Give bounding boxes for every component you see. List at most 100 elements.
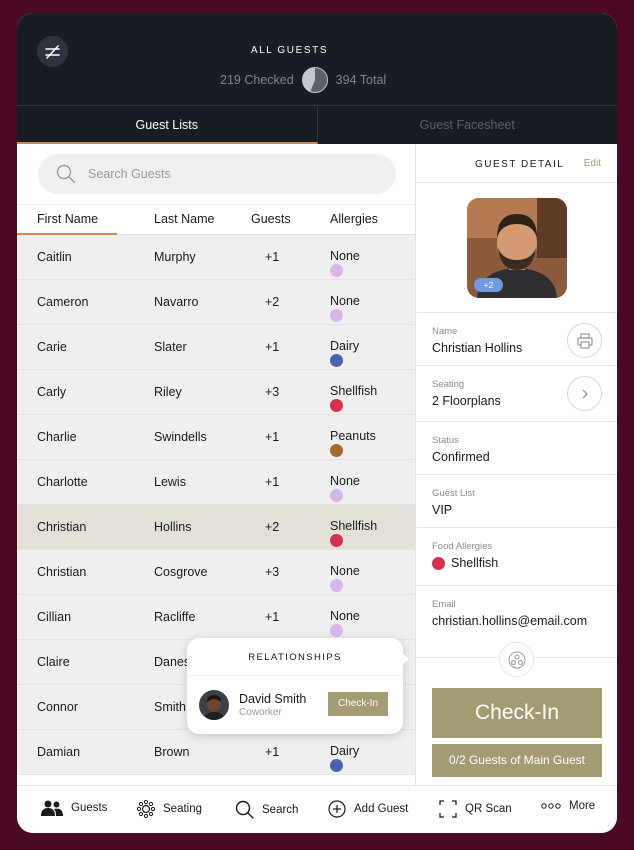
column-first-name[interactable]: First Name (37, 212, 98, 226)
check-in-button[interactable]: Check-In (432, 688, 602, 738)
relationships-icon[interactable] (499, 642, 534, 677)
table-row[interactable]: Damian Brown +1 Dairy (17, 730, 415, 775)
qr-scan-icon (439, 800, 457, 818)
first-name-cell: Carly (37, 385, 67, 399)
first-name-cell: Caitlin (37, 250, 72, 264)
guest-list-value: VIP (432, 503, 453, 517)
guests-cell: +1 (265, 745, 280, 759)
table-row[interactable]: Caitlin Murphy +1 None (17, 235, 415, 280)
add-circle-icon (328, 800, 346, 818)
field-guest-list: Guest List VIP (417, 475, 617, 528)
first-name-cell: Charlotte (37, 475, 88, 489)
print-button[interactable] (567, 323, 602, 358)
last-name-cell: Racliffe (154, 610, 196, 624)
guests-cell: +3 (265, 385, 280, 399)
relation-avatar (199, 690, 229, 720)
allergy-text: Peanuts (330, 429, 376, 443)
seating-icon (137, 800, 155, 818)
table-row[interactable]: Christian Hollins +2 Shellfish (17, 505, 415, 550)
nav-add-guest-label: Add Guest (354, 803, 409, 815)
relation-check-in-button[interactable]: Check-In (328, 692, 388, 716)
allergy-color-dot (330, 624, 343, 637)
first-name-cell: Connor (37, 700, 78, 714)
table-row[interactable]: Carly Riley +3 Shellfish (17, 370, 415, 415)
last-name-cell: Smith (154, 700, 186, 714)
email-value: christian.hollins@email.com (432, 614, 588, 628)
total-count: 394 Total (335, 73, 387, 87)
first-name-cell: Christian (37, 565, 87, 579)
first-name-cell: Christian (37, 520, 87, 534)
relationships-title: RELATIONSHIPS (248, 652, 342, 663)
last-name-cell: Swindells (154, 430, 207, 444)
allergy-color-dot (432, 556, 445, 570)
allergy-cell: None (330, 564, 360, 592)
allergy-text: None (330, 609, 360, 623)
guests-of-main-button[interactable]: 0/2 Guests of Main Guest (432, 744, 602, 777)
column-last-name[interactable]: Last Name (154, 212, 214, 226)
nav-more[interactable]: More (541, 800, 595, 812)
tab-guest-lists[interactable]: Guest Lists (17, 105, 318, 144)
detail-header: GUEST DETAIL Edit (417, 144, 617, 183)
search-icon (235, 800, 254, 819)
page-title: ALL GUESTS (250, 45, 329, 56)
field-food-allergies: Food Allergies Shellfish (417, 528, 617, 586)
checkin-stats: 219 Checked 394 Total (220, 67, 386, 93)
last-name-cell: Danes (154, 655, 191, 669)
field-name: Name Christian Hollins (417, 313, 617, 366)
table-row[interactable]: Carie Slater +1 Dairy (17, 325, 415, 370)
allergy-color-dot (330, 354, 343, 367)
field-status: Status Confirmed (417, 422, 617, 475)
first-name-cell: Damian (37, 745, 81, 759)
allergy-text: None (330, 294, 360, 308)
column-guests[interactable]: Guests (251, 212, 291, 226)
guests-cell: +1 (265, 340, 280, 354)
nav-search-label: Search (262, 803, 299, 816)
guests-cell: +1 (265, 430, 280, 444)
allergy-color-dot (330, 264, 343, 277)
edit-link[interactable]: Edit (584, 158, 601, 169)
more-dots-icon (541, 803, 561, 809)
nav-search[interactable]: Search (235, 800, 298, 819)
name-label: Name (432, 326, 458, 337)
guests-cell: +1 (265, 475, 280, 489)
first-name-cell: Charlie (37, 430, 77, 444)
column-allergies[interactable]: Allergies (330, 212, 378, 226)
table-row[interactable]: Charlotte Lewis +1 None (17, 460, 415, 505)
last-name-cell: Cosgrove (154, 565, 208, 579)
seating-open-button[interactable] (567, 376, 602, 411)
guests-cell: +1 (265, 250, 280, 264)
allergy-color-dot (330, 534, 343, 547)
status-label: Status (432, 435, 459, 446)
nav-guests[interactable]: Guests (41, 800, 107, 816)
table-row[interactable]: Charlie Swindells +1 Peanuts (17, 415, 415, 460)
nav-qr-scan[interactable]: QR Scan (439, 800, 512, 818)
last-name-cell: Lewis (154, 475, 186, 489)
checked-count: 219 Checked (220, 73, 294, 87)
nav-seating-label: Seating (163, 803, 203, 815)
first-name-cell: Claire (37, 655, 70, 669)
tab-guest-facesheet[interactable]: Guest Facesheet (317, 105, 617, 144)
divider (187, 675, 403, 676)
table-row[interactable]: Cillian Racliffe +1 None (17, 595, 415, 640)
allergy-cell: Dairy (330, 339, 359, 367)
table-row[interactable]: Cameron Navarro +2 None (17, 280, 415, 325)
last-name-cell: Murphy (154, 250, 196, 264)
allergy-cell: Peanuts (330, 429, 376, 457)
guest-photo-section: +2 (417, 183, 617, 313)
last-name-cell: Riley (154, 385, 182, 399)
allergy-cell: Shellfish (330, 519, 377, 547)
bottom-nav: Guests Seating Search Add Guest QR Scan … (17, 785, 617, 833)
printer-icon (576, 332, 593, 349)
allergy-cell: None (330, 249, 360, 277)
relationships-popover: RELATIONSHIPS David Smith Coworker Check… (187, 638, 409, 734)
nav-add-guest[interactable]: Add Guest (328, 800, 408, 818)
guests-cell: +1 (265, 610, 280, 624)
last-name-cell: Navarro (154, 295, 199, 309)
email-label: Email (432, 599, 456, 610)
allergy-color-dot (330, 444, 343, 457)
search-input[interactable]: Search Guests (38, 154, 396, 194)
people-icon (41, 800, 63, 816)
nav-more-label: More (569, 800, 596, 812)
table-row[interactable]: Christian Cosgrove +3 None (17, 550, 415, 595)
nav-seating[interactable]: Seating (137, 800, 202, 818)
